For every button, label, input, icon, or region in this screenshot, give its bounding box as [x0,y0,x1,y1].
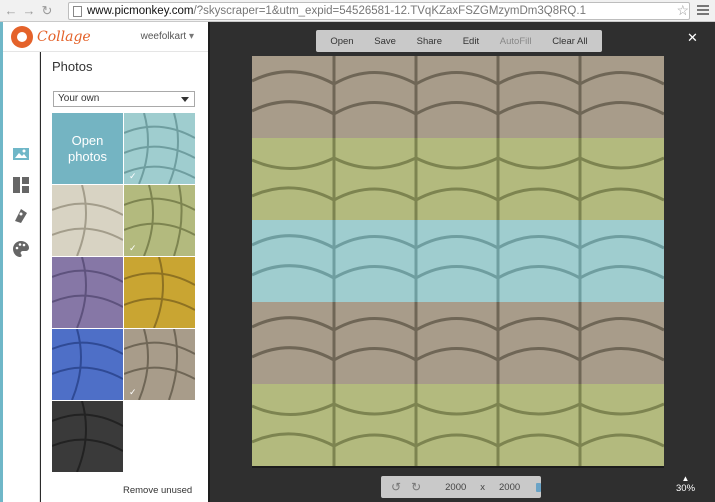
collage-row-tan[interactable] [252,302,664,384]
reload-icon[interactable]: ↻ [40,3,54,18]
photo-thumb[interactable] [52,401,123,472]
photos-panel: Photos Your own Open photos ✓ ✓ ✓ Remove… [41,52,208,502]
collage-row-tan[interactable] [252,56,664,138]
undo-icon[interactable]: ↺ [391,480,401,494]
zoom-level: 30% [676,483,696,494]
clear-all-button[interactable]: Clear All [552,36,587,47]
collage-row-green[interactable] [252,138,664,220]
app-logo-text: Collage [37,28,91,45]
yarn-black-thumb [52,401,123,472]
photo-thumb[interactable]: ✓ [124,185,195,256]
share-button[interactable]: Share [417,36,442,47]
open-button[interactable]: Open [330,36,353,47]
photo-source-value: Your own [58,93,100,104]
address-bar[interactable]: www.picmonkey.com/?skyscraper=1&utm_expi… [68,2,690,20]
zoom-control[interactable]: ▲ 30% [676,474,695,494]
chevron-down-icon [181,97,189,102]
browser-menu-icon[interactable] [697,3,709,17]
autofill-button[interactable]: AutoFill [500,36,532,47]
user-menu[interactable]: weefolkart [141,31,194,42]
canvas-width[interactable]: 2000 [445,482,466,493]
photo-thumb[interactable] [52,185,123,256]
panel-title: Photos [52,59,93,74]
used-check-icon: ✓ [129,243,137,253]
close-icon[interactable]: ✕ [687,30,698,46]
open-photos-button[interactable]: Open photos [52,113,123,184]
layouts-tool-icon[interactable] [12,176,30,194]
photo-thumb[interactable]: ✓ [124,113,195,184]
monkey-logo-icon [11,25,33,48]
photo-thumb[interactable] [52,257,123,328]
yarn-royal-thumb [52,329,123,400]
collage-row-green[interactable] [252,384,664,466]
photo-thumb[interactable] [124,257,195,328]
redo-icon[interactable]: ↻ [411,480,421,494]
collage-canvas[interactable] [252,56,664,468]
photo-thumb[interactable] [52,329,123,400]
photos-tool-icon[interactable] [12,145,30,163]
background-tool-icon[interactable] [12,240,30,258]
photo-thumb[interactable]: ✓ [124,329,195,400]
url-host: www.picmonkey.com [87,5,194,17]
remove-unused-link[interactable]: Remove unused [123,485,192,496]
chevron-up-icon: ▲ [681,474,690,483]
open-photos-label: Open photos [67,132,108,164]
dimension-separator: x [480,481,486,493]
collage-row-blue[interactable] [252,220,664,302]
edit-button[interactable]: Edit [463,36,479,47]
page-icon [73,5,82,17]
yarn-purple-thumb [52,257,123,328]
canvas-height[interactable]: 2000 [499,482,520,493]
top-toolbar: Open Save Share Edit AutoFill Clear All [316,30,602,52]
bookmark-star-icon[interactable]: ☆ [676,2,689,19]
yarn-gold-thumb [124,257,195,328]
yarn-cream-thumb [52,185,123,256]
save-button[interactable]: Save [374,36,396,47]
forward-icon[interactable]: → [22,3,36,18]
app-header: Collage weefolkart [3,22,208,52]
used-check-icon: ✓ [129,387,137,397]
canvas-size-bar: ↺ ↻ 2000 x 2000 [381,476,541,498]
photo-source-select[interactable]: Your own [53,91,195,107]
used-check-icon: ✓ [129,171,137,181]
url-path: /?skyscraper=1&utm_expid=54526581-12.TVq… [193,5,586,17]
tool-nav [3,22,40,502]
back-icon[interactable]: ← [4,3,18,18]
themes-tool-icon[interactable] [12,207,30,225]
lock-icon[interactable] [536,482,541,492]
